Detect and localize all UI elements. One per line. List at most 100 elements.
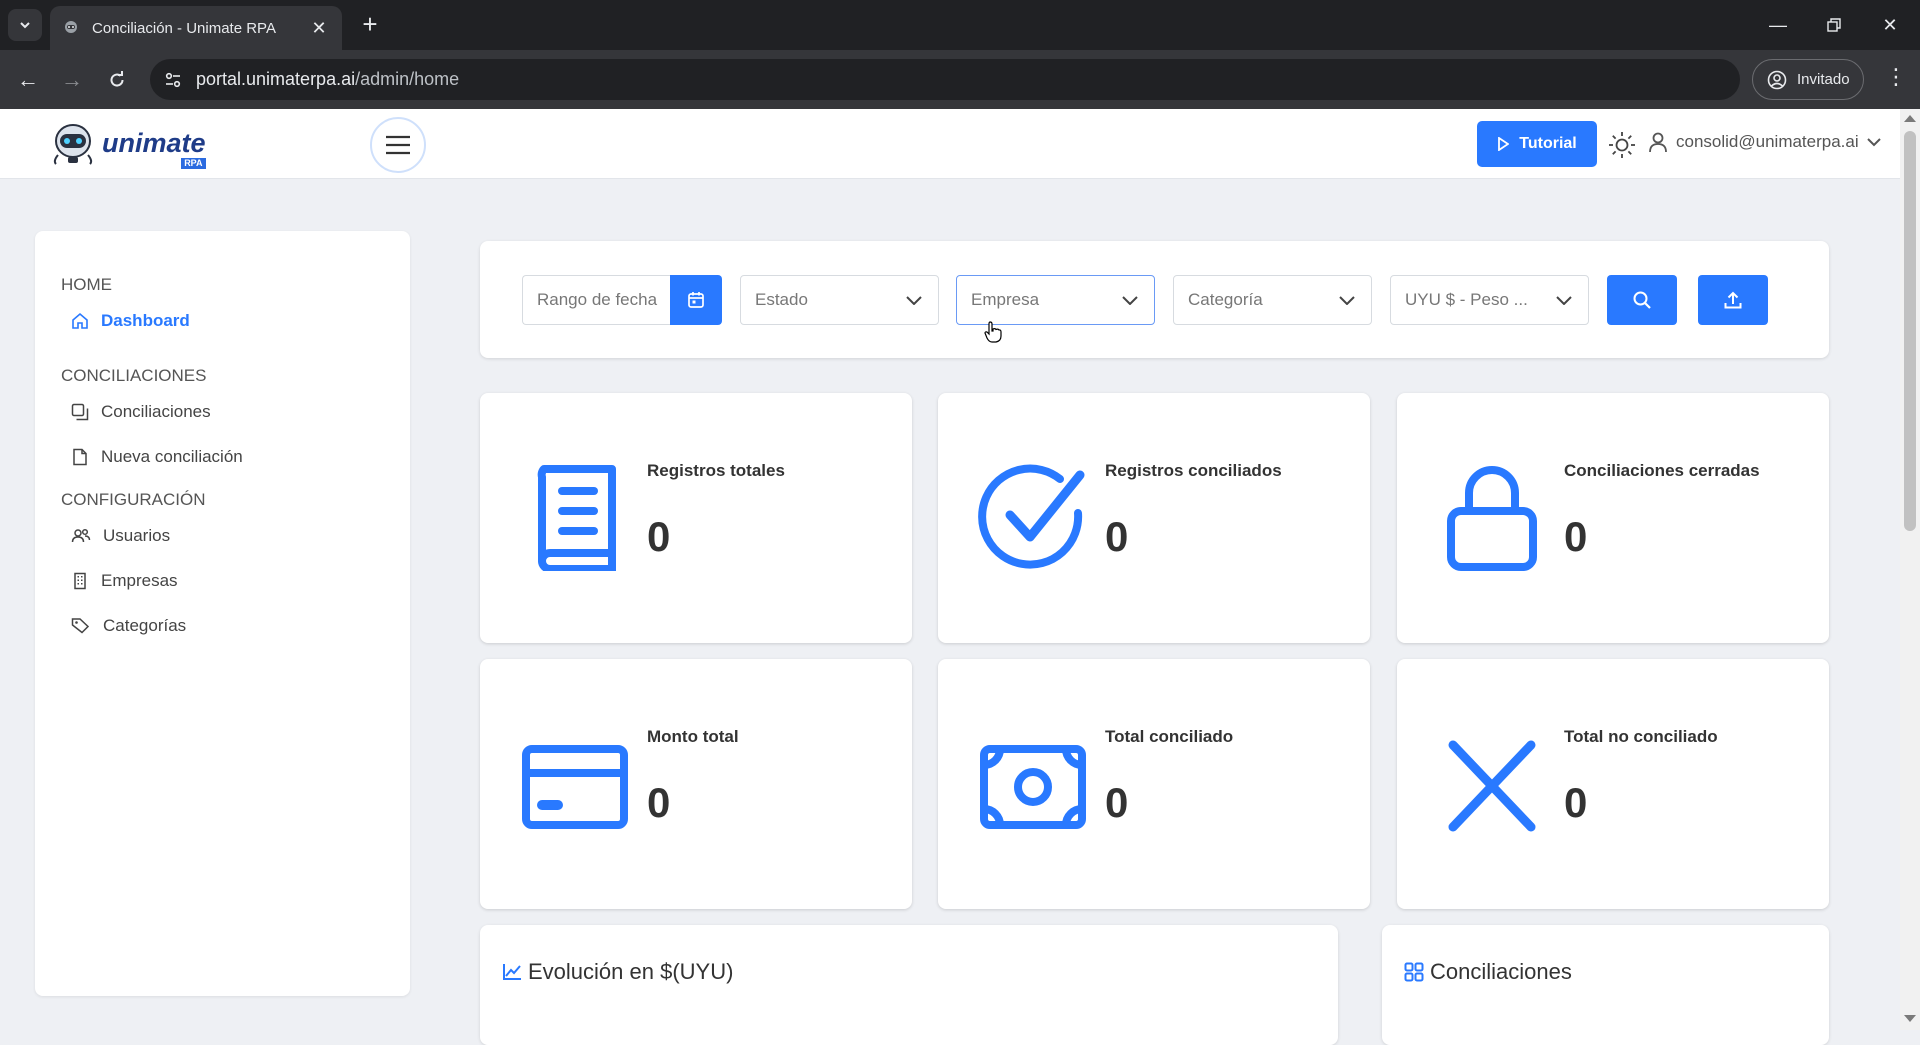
sidebar-section-conciliaciones: CONCILIACIONES xyxy=(61,366,207,385)
hamburger-icon xyxy=(386,135,410,155)
tutorial-button[interactable]: Tutorial xyxy=(1477,121,1597,167)
app-header: unimate RPA Tutorial consolid@unimaterpa.… xyxy=(0,109,1900,179)
user-menu[interactable]: consolid@unimaterpa.ai xyxy=(1648,131,1881,153)
sidebar-item-label: Categorías xyxy=(103,616,187,635)
chevron-down-icon xyxy=(1122,296,1138,305)
logo-subtext: RPA xyxy=(181,158,206,169)
users-icon xyxy=(71,528,91,543)
upload-button[interactable] xyxy=(1698,275,1768,325)
line-chart-icon xyxy=(503,964,521,980)
search-button[interactable] xyxy=(1607,275,1677,325)
card-value: 0 xyxy=(1564,513,1588,560)
tab-search-button[interactable] xyxy=(8,9,42,41)
page-scrollbar[interactable] xyxy=(1900,109,1920,1030)
site-info-icon[interactable] xyxy=(164,71,182,89)
browser-toolbar: ← → portal.unimaterpa.ai/admin/home Invi… xyxy=(0,50,1920,109)
card-value: 0 xyxy=(1564,779,1588,826)
robot-logo-icon xyxy=(53,124,93,165)
sidebar-item-label: Empresas xyxy=(101,571,178,590)
calendar-icon xyxy=(688,292,704,308)
back-icon[interactable]: ← xyxy=(12,64,44,96)
chevron-down-icon xyxy=(1556,296,1572,305)
app-logo[interactable]: unimate RPA xyxy=(50,121,206,169)
reload-icon[interactable] xyxy=(101,64,133,96)
restore-icon xyxy=(1827,18,1841,32)
card-label: Total no conciliado xyxy=(1564,727,1718,746)
date-range-input[interactable]: Rango de fecha xyxy=(522,275,670,325)
card-label: Registros totales xyxy=(647,461,785,480)
scrollbar-thumb[interactable] xyxy=(1904,131,1916,531)
categoria-select[interactable]: Categoría xyxy=(1173,275,1372,325)
categoria-select-value: Categoría xyxy=(1188,290,1263,309)
new-tab-button[interactable]: + xyxy=(355,10,385,40)
minimize-button[interactable]: — xyxy=(1750,0,1806,50)
menu-toggle-button[interactable] xyxy=(370,117,426,173)
file-icon xyxy=(73,448,87,466)
play-icon xyxy=(1498,137,1510,151)
address-bar[interactable]: portal.unimaterpa.ai/admin/home xyxy=(150,59,1740,100)
moneda-select-value: UYU $ - Peso ... xyxy=(1405,290,1528,309)
card-registros-conciliados: Registros conciliados 0 xyxy=(938,393,1370,643)
sidebar-section-configuracion: CONFIGURACIÓN xyxy=(61,490,206,509)
tag-icon xyxy=(71,618,90,634)
estado-select-value: Estado xyxy=(755,290,808,309)
url-text: portal.unimaterpa.ai/admin/home xyxy=(196,69,460,89)
money-icon xyxy=(980,745,1086,829)
card-label: Total conciliado xyxy=(1105,727,1234,746)
home-icon xyxy=(72,312,88,329)
lock-icon xyxy=(1447,466,1537,571)
filter-bar: Rango de fecha Estado Empresa Categoría … xyxy=(480,241,1829,358)
copy-icon xyxy=(71,403,89,421)
date-range-picker[interactable]: Rango de fecha xyxy=(522,275,722,325)
conciliaciones-panel: Conciliaciones xyxy=(1382,925,1829,1045)
chevron-down-icon xyxy=(20,22,30,29)
calendar-button[interactable] xyxy=(670,275,722,325)
estado-select[interactable]: Estado xyxy=(740,275,939,325)
search-icon xyxy=(1633,291,1651,309)
card-label: Monto total xyxy=(647,727,739,746)
browser-tab[interactable]: Conciliación - Unimate RPA ✕ xyxy=(50,6,342,50)
profile-label: Invitado xyxy=(1797,71,1850,88)
book-icon xyxy=(537,465,616,571)
sidebar-item-label: Dashboard xyxy=(101,311,190,330)
card-value: 0 xyxy=(647,513,671,560)
logo-text: unimate xyxy=(102,128,206,158)
card-monto-total: Monto total 0 xyxy=(480,659,912,909)
user-icon xyxy=(1649,132,1667,153)
browser-menu-icon[interactable]: ⋮ xyxy=(1880,64,1912,90)
hand-pointer-icon xyxy=(984,321,1002,343)
sidebar-item-label: Usuarios xyxy=(103,526,171,545)
card-total-no-conciliado: Total no conciliado 0 xyxy=(1397,659,1829,909)
evolucion-panel: Evolución en $(UYU) xyxy=(480,925,1338,1045)
sidebar-item-usuarios[interactable]: Usuarios xyxy=(71,524,410,548)
forward-icon[interactable]: → xyxy=(56,64,88,96)
empresa-select[interactable]: Empresa xyxy=(956,275,1155,325)
card-registros-totales: Registros totales 0 xyxy=(480,393,912,643)
chevron-down-icon xyxy=(1339,296,1355,305)
card-label: Registros conciliados xyxy=(1105,461,1282,480)
credit-card-icon xyxy=(522,745,628,829)
profile-button[interactable]: Invitado xyxy=(1752,59,1864,100)
sun-icon[interactable] xyxy=(1608,131,1636,159)
sidebar-item-nueva-conciliacion[interactable]: Nueva conciliación xyxy=(71,445,410,469)
check-circle-icon xyxy=(978,464,1085,569)
url-path: /admin/home xyxy=(355,69,460,89)
building-icon xyxy=(74,572,86,590)
incognito-profile-icon xyxy=(1767,70,1787,89)
tab-close-icon[interactable]: ✕ xyxy=(308,18,330,39)
sidebar-item-dashboard[interactable]: Dashboard xyxy=(71,309,410,333)
upload-icon xyxy=(1724,291,1742,309)
restore-button[interactable] xyxy=(1806,0,1862,50)
sidebar-item-label: Conciliaciones xyxy=(101,402,211,421)
robot-favicon-icon xyxy=(65,21,77,33)
panel-title: Evolución en $(UYU) xyxy=(528,959,734,984)
card-value: 0 xyxy=(647,779,671,826)
close-window-button[interactable]: ✕ xyxy=(1862,0,1918,50)
card-total-conciliado: Total conciliado 0 xyxy=(938,659,1370,909)
tab-title: Conciliación - Unimate RPA xyxy=(92,19,276,37)
moneda-select[interactable]: UYU $ - Peso ... xyxy=(1390,275,1589,325)
chevron-down-icon xyxy=(1866,138,1881,147)
sidebar-item-categorias[interactable]: Categorías xyxy=(71,614,410,638)
sidebar-item-empresas[interactable]: Empresas xyxy=(71,569,410,593)
sidebar-item-conciliaciones[interactable]: Conciliaciones xyxy=(71,400,410,424)
